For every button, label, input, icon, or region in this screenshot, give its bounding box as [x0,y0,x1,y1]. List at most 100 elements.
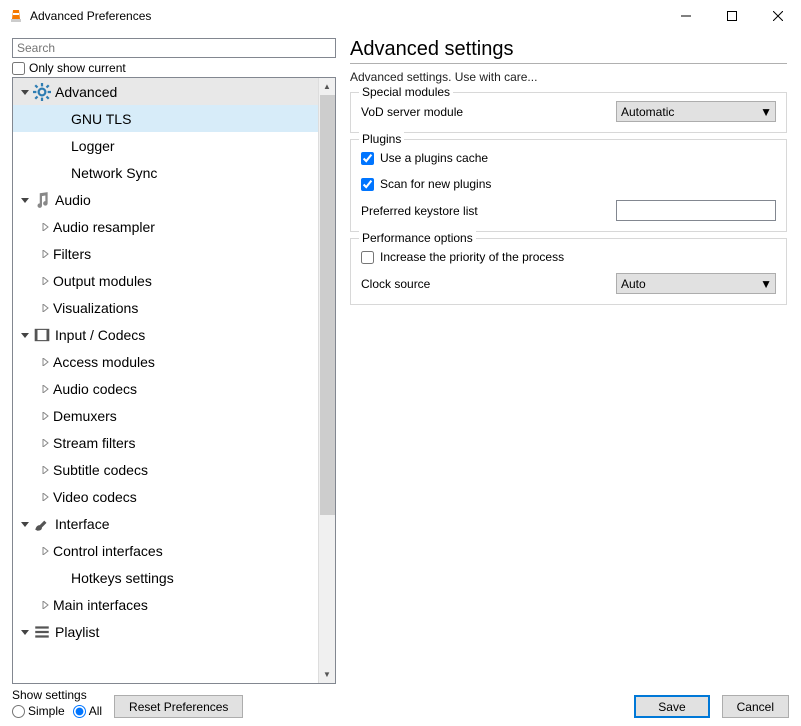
chevron-right-icon [39,493,51,501]
tree-item-video-codecs[interactable]: Video codecs [13,483,318,510]
music-note-icon [33,192,51,208]
brush-icon [33,516,51,532]
app-icon [8,8,24,24]
chevron-right-icon [39,304,51,312]
chevron-down-icon [19,196,31,204]
clock-source-label: Clock source [361,277,616,291]
chevron-right-icon [39,601,51,609]
increase-priority-checkbox[interactable] [361,251,374,264]
scroll-up-arrow[interactable]: ▲ [319,78,335,95]
chevron-right-icon [39,223,51,231]
chevron-right-icon [39,412,51,420]
maximize-button[interactable] [709,0,755,32]
group-performance: Performance options Increase the priorit… [350,238,787,305]
tree-item-filters[interactable]: Filters [13,240,318,267]
radio-all[interactable]: All [73,704,102,718]
chevron-right-icon [39,547,51,555]
tree-item-playlist[interactable]: Playlist [13,618,318,645]
tree-item-label: Visualizations [53,300,318,316]
tree-item-label: Logger [71,138,318,154]
footer: Show settings Simple All Reset Preferenc… [0,684,801,726]
show-settings-label: Show settings [12,688,102,702]
clock-source-combo[interactable]: Auto ▼ [616,273,776,294]
minimize-button[interactable] [663,0,709,32]
tree-item-visualizations[interactable]: Visualizations [13,294,318,321]
scroll-thumb[interactable] [320,95,335,515]
titlebar: Advanced Preferences [0,0,801,32]
tree-item-label: Advanced [55,84,318,100]
tree-item-input-codecs[interactable]: Input / Codecs [13,321,318,348]
chevron-down-icon [19,331,31,339]
keystore-input[interactable] [616,200,776,221]
tree-item-label: Interface [55,516,318,532]
use-plugins-cache-checkbox[interactable] [361,152,374,165]
vod-server-label: VoD server module [361,105,616,119]
tree-item-hotkeys-settings[interactable]: Hotkeys settings [13,564,318,591]
chevron-down-icon [19,520,31,528]
tree-item-label: Filters [53,246,318,262]
group-title: Special modules [359,85,453,99]
page-title: Advanced settings [350,38,787,61]
radio-simple[interactable]: Simple [12,704,65,718]
tree-scrollbar[interactable]: ▲ ▼ [318,78,335,683]
reset-preferences-button[interactable]: Reset Preferences [114,695,243,718]
chevron-down-icon [19,628,31,636]
heading-rule [350,63,787,64]
tree-item-gnutls[interactable]: GNU TLS [13,105,318,132]
tree-item-label: Hotkeys settings [71,570,318,586]
only-show-current-label: Only show current [29,61,126,75]
checkbox-label: Scan for new plugins [380,177,491,191]
only-show-current-box[interactable] [12,62,25,75]
scroll-down-arrow[interactable]: ▼ [319,666,335,683]
chevron-down-icon [19,88,31,96]
tree-item-label: GNU TLS [71,111,318,127]
tree-item-label: Output modules [53,273,318,289]
tree-item-label: Subtitle codecs [53,462,318,478]
tree-item-advanced[interactable]: Advanced [13,78,318,105]
tree-item-main-interfaces[interactable]: Main interfaces [13,591,318,618]
checkbox-label: Use a plugins cache [380,151,488,165]
tree-item-stream-filters[interactable]: Stream filters [13,429,318,456]
only-show-current-checkbox[interactable]: Only show current [12,61,336,75]
tree-item-network-sync[interactable]: Network Sync [13,159,318,186]
close-button[interactable] [755,0,801,32]
tree-item-audio[interactable]: Audio [13,186,318,213]
group-title: Performance options [359,231,476,245]
chevron-right-icon [39,466,51,474]
tree-item-demuxers[interactable]: Demuxers [13,402,318,429]
group-title: Plugins [359,132,404,146]
cancel-button[interactable]: Cancel [722,695,789,718]
tree-item-control-interfaces[interactable]: Control interfaces [13,537,318,564]
tree-item-label: Stream filters [53,435,318,451]
tree-item-label: Demuxers [53,408,318,424]
search-input[interactable] [12,38,336,58]
tree-item-label: Audio resampler [53,219,318,235]
checkbox-label: Increase the priority of the process [380,250,564,264]
tree-item-audio-codecs[interactable]: Audio codecs [13,375,318,402]
tree-item-label: Playlist [55,624,318,640]
tree-item-subtitle-codecs[interactable]: Subtitle codecs [13,456,318,483]
tree-item-access-modules[interactable]: Access modules [13,348,318,375]
tree-item-label: Network Sync [71,165,318,181]
tree-item-label: Access modules [53,354,318,370]
preferences-tree[interactable]: Advanced GNU TLS Logger Network Sync Aud… [13,78,318,683]
scan-new-plugins-checkbox[interactable] [361,178,374,191]
tree-item-audio-resampler[interactable]: Audio resampler [13,213,318,240]
tree-item-interface[interactable]: Interface [13,510,318,537]
chevron-right-icon [39,439,51,447]
chevron-right-icon [39,385,51,393]
tree-item-label: Audio codecs [53,381,318,397]
tree-item-output-modules[interactable]: Output modules [13,267,318,294]
tree-item-label: Control interfaces [53,543,318,559]
chevron-right-icon [39,250,51,258]
tree-item-label: Video codecs [53,489,318,505]
tree-item-logger[interactable]: Logger [13,132,318,159]
page-subtext: Advanced settings. Use with care... [350,70,787,84]
film-icon [33,327,51,343]
group-special-modules: Special modules VoD server module Automa… [350,92,787,133]
save-button[interactable]: Save [634,695,709,718]
vod-server-combo[interactable]: Automatic ▼ [616,101,776,122]
chevron-right-icon [39,358,51,366]
chevron-down-icon: ▼ [760,277,772,291]
tree-item-label: Audio [55,192,318,208]
